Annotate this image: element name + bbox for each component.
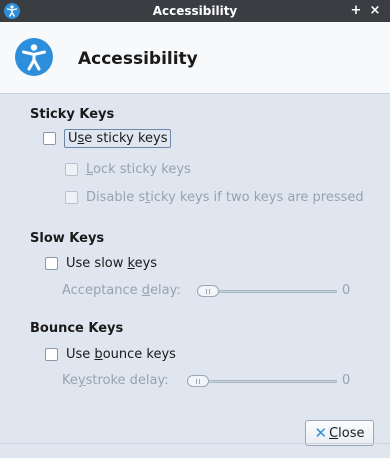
checkbox-box[interactable] [45,347,58,361]
keystroke-delay-label: Keystroke delay: [62,373,169,388]
window-close-button[interactable]: × [368,3,382,18]
acceptance-delay-value: 0 [342,283,351,298]
maximize-button[interactable]: + [349,3,363,18]
keystroke-delay-slider[interactable] [187,380,337,383]
keystroke-delay-row: Keystroke delay: 0 [0,371,390,391]
acceptance-delay-row: Acceptance delay: 0 [0,281,390,301]
dialog-header: Accessibility [0,22,390,94]
accessibility-window: Accessibility + × Accessibility Sticky K… [0,0,390,458]
title-bar[interactable]: Accessibility + × [0,0,390,22]
acceptance-delay-slider-thumb[interactable] [197,285,219,297]
keystroke-delay-value: 0 [342,373,351,388]
sticky-keys-heading: Sticky Keys [30,107,115,122]
use-bounce-keys-label: Use bounce keys [66,346,176,362]
lock-sticky-keys-label: Lock sticky keys [86,161,191,177]
close-x-icon: ✕ [314,423,328,442]
use-bounce-keys-checkbox[interactable]: Use bounce keys [45,344,176,364]
use-sticky-keys-checkbox[interactable]: Use sticky keys [43,128,172,148]
checkbox-box[interactable] [43,131,56,145]
slow-keys-heading: Slow Keys [30,231,105,246]
use-slow-keys-checkbox[interactable]: Use slow keys [45,253,157,273]
window-title: Accessibility [152,4,238,18]
disable-two-keys-checkbox[interactable]: Disable sticky keys if two keys are pres… [65,187,364,207]
use-sticky-keys-label: Use sticky keys [64,128,172,148]
lock-sticky-keys-checkbox[interactable]: Lock sticky keys [65,159,191,179]
bounce-keys-heading: Bounce Keys [30,321,124,336]
dialog-title: Accessibility [78,49,198,69]
acceptance-delay-label: Acceptance delay: [62,283,181,298]
close-button-label: Close [329,425,365,441]
checkbox-box[interactable] [65,190,78,204]
footer-divider [0,443,390,444]
accessibility-icon [15,38,53,76]
disable-two-keys-label: Disable sticky keys if two keys are pres… [86,189,364,205]
use-slow-keys-label: Use slow keys [66,255,158,271]
keystroke-delay-slider-thumb[interactable] [187,375,209,387]
checkbox-box[interactable] [45,256,58,270]
checkbox-box[interactable] [65,162,78,176]
